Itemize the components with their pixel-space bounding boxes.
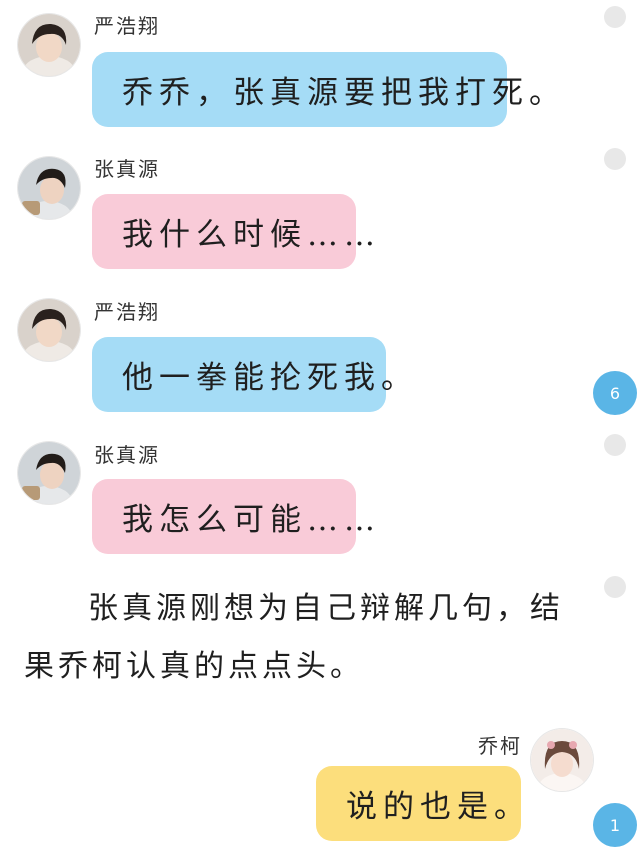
unread-count-badge[interactable]: 1 [593, 803, 637, 847]
message-bubble[interactable]: 说的也是。 [316, 766, 525, 841]
message-bubble[interactable]: 乔乔，张真源要把我打死。 [92, 52, 560, 127]
avatar-zhang-zhenyuan[interactable] [18, 442, 80, 504]
sender-name: 严浩翔 [94, 14, 160, 38]
avatar-image [18, 14, 80, 76]
message-option-dot[interactable] [604, 148, 626, 170]
message-option-dot[interactable] [604, 6, 626, 28]
unread-count-badge[interactable]: 6 [593, 371, 637, 415]
avatar-zhang-zhenyuan[interactable] [18, 157, 80, 219]
sender-name: 严浩翔 [94, 300, 160, 324]
sender-name: 张真源 [94, 443, 160, 467]
message-bubble[interactable]: 我怎么可能…… [92, 479, 375, 554]
avatar-image [18, 299, 80, 361]
narration-text: 张真源刚想为自己辩解几句，结果乔柯认真的点点头。 [24, 591, 564, 684]
message-option-dot[interactable] [604, 434, 626, 456]
message-bubble[interactable]: 我什么时候…… [92, 194, 375, 269]
avatar-image [18, 442, 80, 504]
sender-name: 张真源 [94, 157, 160, 181]
avatar-yan-haoxiang[interactable] [18, 299, 80, 361]
avatar-image [18, 157, 80, 219]
avatar-qiao-ke[interactable] [531, 729, 593, 791]
message-bubble[interactable]: 他一拳能抡死我。 [92, 337, 412, 412]
avatar-yan-haoxiang[interactable] [18, 14, 80, 76]
sender-name: 乔柯 [478, 734, 522, 758]
message-option-dot[interactable] [604, 576, 626, 598]
avatar-image [531, 729, 593, 791]
